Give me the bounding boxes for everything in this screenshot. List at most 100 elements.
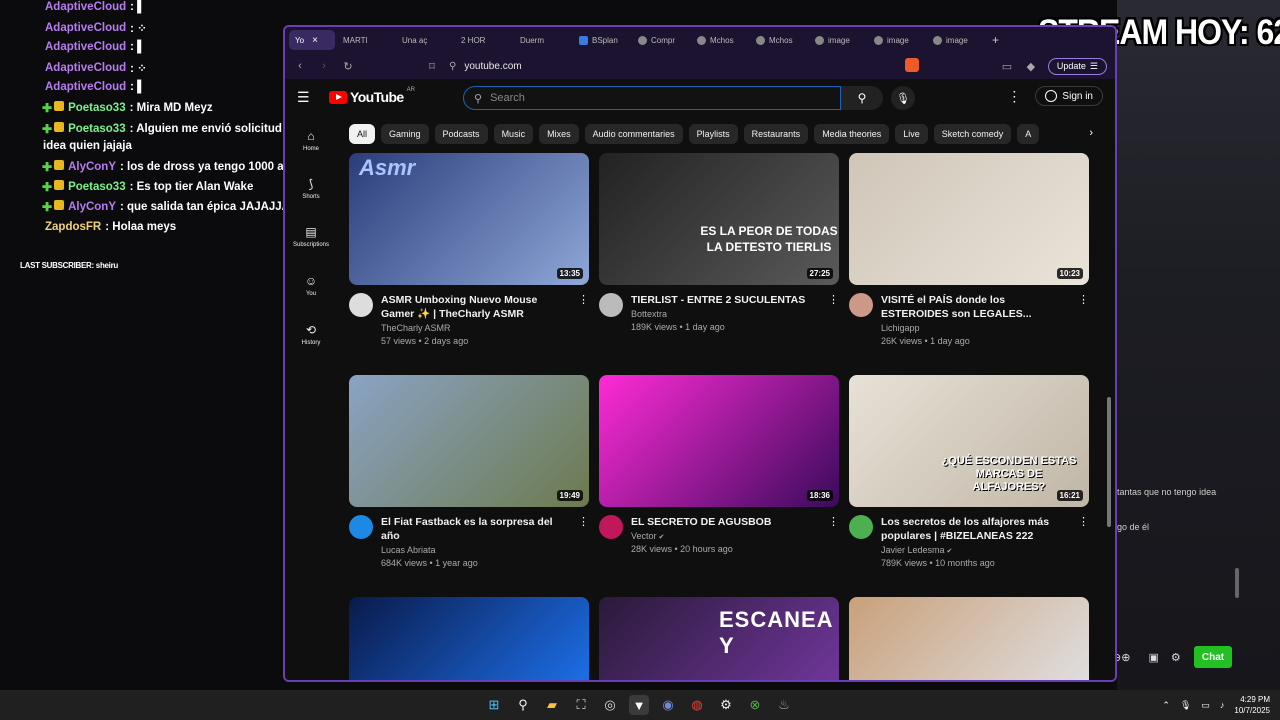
video-thumbnail[interactable]: ESCANEA Y bbox=[599, 597, 839, 680]
sidebar-item-home[interactable]: ⌂ Home bbox=[285, 129, 337, 152]
page-scrollbar[interactable] bbox=[1107, 397, 1111, 527]
windows-start-icon[interactable]: ⊞ bbox=[484, 695, 504, 715]
video-title[interactable]: VISITÉ el PAÍS donde los ESTEROIDES son … bbox=[881, 293, 1071, 321]
channel-name[interactable]: TheCharly ASMR bbox=[381, 323, 571, 333]
channel-name[interactable]: Vector ✔ bbox=[631, 531, 821, 541]
browser-tab[interactable]: 2 HOR bbox=[285, 30, 512, 88]
chip-audio-commentaries[interactable]: Audio commentaries bbox=[584, 124, 683, 144]
address-bar[interactable]: ⚲ youtube.com bbox=[449, 57, 919, 75]
video-card[interactable]: 10:23 VISITÉ el PAÍS donde los ESTEROIDES… bbox=[849, 153, 1089, 346]
video-thumbnail[interactable]: ¿QUÉ ESCONDEN ESTAS MARCAS DE ALFAJORES?… bbox=[849, 375, 1089, 507]
more-options-icon[interactable]: ⋮ bbox=[578, 293, 589, 306]
channel-avatar[interactable] bbox=[599, 293, 623, 317]
channel-name[interactable]: Bottextra bbox=[631, 309, 821, 319]
browser-tab[interactable]: Mchos bbox=[691, 30, 748, 50]
chip-gaming[interactable]: Gaming bbox=[381, 124, 429, 144]
mic-icon[interactable]: 🎙 bbox=[1180, 700, 1191, 711]
file-explorer-icon[interactable]: ▰ bbox=[542, 695, 562, 715]
video-card[interactable]: ESCANEA Y bbox=[599, 597, 839, 680]
video-title[interactable]: TIERLIST - ENTRE 2 SUCULENTAS bbox=[631, 293, 821, 307]
channel-name-text[interactable]: Vector bbox=[631, 531, 657, 541]
channel-avatar[interactable] bbox=[849, 293, 873, 317]
brave-browser-icon[interactable]: ▼ bbox=[629, 695, 649, 715]
hamburger-menu-icon[interactable]: ☰ bbox=[297, 89, 315, 106]
browser-tab[interactable]: BSplan bbox=[573, 30, 630, 50]
more-options-icon[interactable]: ⋮ bbox=[1078, 515, 1089, 528]
video-card[interactable]: 19:49 El Fiat Fastback es la sorpresa del… bbox=[349, 375, 589, 568]
gear-icon[interactable]: ⚙ bbox=[1171, 651, 1181, 664]
browser-tab[interactable]: MARTI bbox=[285, 30, 394, 88]
steam-icon[interactable]: ♨ bbox=[774, 695, 794, 715]
more-options-icon[interactable]: ⋮ bbox=[1078, 293, 1089, 306]
obs-icon[interactable]: ◎ bbox=[600, 695, 620, 715]
chip-sketch-comedy[interactable]: Sketch comedy bbox=[933, 124, 1012, 144]
channel-avatar[interactable] bbox=[849, 515, 873, 539]
settings-menu-icon[interactable]: ⋮ bbox=[1007, 88, 1021, 105]
chip-restaurants[interactable]: Restaurants bbox=[743, 124, 809, 144]
chip-all[interactable]: All bbox=[349, 124, 376, 144]
browser-tab[interactable]: image bbox=[927, 30, 984, 50]
video-card[interactable]: ¿QUÉ ESCONDEN ESTAS MARCAS DE ALFAJORES?… bbox=[849, 375, 1089, 568]
search-button[interactable]: ⚲ bbox=[841, 86, 883, 110]
more-options-icon[interactable]: ⋮ bbox=[828, 293, 839, 306]
sidebar-toggle-icon[interactable]: ▭ bbox=[1000, 60, 1014, 73]
channel-name[interactable]: Lucas Abriata bbox=[381, 545, 571, 555]
search-icon[interactable]: ⚲ bbox=[513, 695, 533, 715]
url-text[interactable]: youtube.com bbox=[464, 61, 521, 72]
video-card[interactable] bbox=[849, 597, 1089, 680]
reload-icon[interactable]: ↻ bbox=[341, 60, 355, 73]
browser-tab[interactable]: Una aç bbox=[285, 30, 453, 88]
video-card[interactable]: 18:36 EL SECRETO DE AGUSBOB Vector ✔ 28K vi… bbox=[599, 375, 839, 554]
video-title[interactable]: ASMR Umboxing Nuevo Mouse Gamer ✨ | TheC… bbox=[381, 293, 571, 321]
sign-in-button[interactable]: Sign in bbox=[1035, 86, 1103, 106]
forward-icon[interactable]: › bbox=[317, 60, 331, 72]
browser-tab[interactable]: Mchos bbox=[750, 30, 807, 50]
chevron-right-icon[interactable]: › bbox=[1089, 127, 1093, 139]
update-button[interactable]: Update ☰ bbox=[1047, 57, 1107, 75]
channel-avatar[interactable] bbox=[599, 515, 623, 539]
search-input[interactable]: ⚲ Search bbox=[463, 86, 841, 110]
channel-name-text[interactable]: Bottextra bbox=[631, 309, 667, 319]
channel-avatar[interactable] bbox=[349, 293, 373, 317]
vpn-icon[interactable]: ◆ bbox=[1024, 60, 1038, 73]
chip-podcasts[interactable]: Podcasts bbox=[434, 124, 488, 144]
browser-tab[interactable]: Compr bbox=[632, 30, 689, 50]
more-options-icon[interactable]: ⋮ bbox=[578, 515, 589, 528]
channel-avatar[interactable] bbox=[349, 515, 373, 539]
chip-music[interactable]: Music bbox=[493, 124, 534, 144]
chip-playlists[interactable]: Playlists bbox=[688, 124, 738, 144]
discord-icon[interactable]: ◉ bbox=[658, 695, 678, 715]
gift-icon[interactable]: ▣ bbox=[1148, 651, 1158, 664]
volume-icon[interactable]: ♪ bbox=[1220, 700, 1225, 710]
channel-name-text[interactable]: Javier Ledesma bbox=[881, 545, 945, 555]
clock[interactable]: 4:29 PM 10/7/2025 bbox=[1234, 694, 1270, 716]
back-icon[interactable]: ‹ bbox=[293, 60, 307, 72]
browser-tab[interactable]: image bbox=[809, 30, 866, 50]
tray-expand-icon[interactable]: ⌃ bbox=[1162, 700, 1170, 711]
obs-scrollbar[interactable] bbox=[1235, 568, 1239, 598]
video-thumbnail[interactable] bbox=[349, 597, 589, 680]
sidebar-item-shorts[interactable]: ⟆ Shorts bbox=[285, 177, 337, 200]
site-info-icon[interactable]: ⚲ bbox=[449, 61, 456, 72]
video-thumbnail[interactable]: 19:49 bbox=[349, 375, 589, 507]
close-tab-icon[interactable]: × bbox=[312, 35, 318, 46]
sidebar-item-you[interactable]: ☺ You bbox=[285, 274, 337, 297]
store-icon[interactable]: ⛶ bbox=[571, 695, 591, 715]
video-card[interactable]: ES LA PEOR DE TODAS LA DETESTO TIERLIS 27… bbox=[599, 153, 839, 332]
video-title[interactable]: EL SECRETO DE AGUSBOB bbox=[631, 515, 821, 529]
video-thumbnail[interactable]: 10:23 bbox=[849, 153, 1089, 285]
browser-tab[interactable]: Duerm bbox=[285, 30, 571, 88]
channel-name[interactable]: Lichigapp bbox=[881, 323, 1071, 333]
sidebar-item-subscriptions[interactable]: ▤ Subscriptions bbox=[285, 225, 337, 248]
video-title[interactable]: Los secretos de los alfajores más popula… bbox=[881, 515, 1071, 543]
chip-a[interactable]: A bbox=[1017, 124, 1040, 144]
youtube-logo[interactable]: YouTube AR bbox=[329, 87, 415, 105]
network-icon[interactable]: ▭ bbox=[1201, 700, 1210, 711]
channel-name-text[interactable]: TheCharly ASMR bbox=[381, 323, 451, 333]
video-card[interactable]: Asmr 13:35 ASMR Umboxing Nuevo Mouse Gamer… bbox=[349, 153, 589, 346]
chrome-icon[interactable]: ◍ bbox=[687, 695, 707, 715]
chip-live[interactable]: Live bbox=[895, 124, 928, 144]
video-thumbnail[interactable]: ES LA PEOR DE TODAS LA DETESTO TIERLIS 27… bbox=[599, 153, 839, 285]
chat-button[interactable]: Chat bbox=[1194, 646, 1232, 668]
video-thumbnail[interactable]: Asmr 13:35 bbox=[349, 153, 589, 285]
